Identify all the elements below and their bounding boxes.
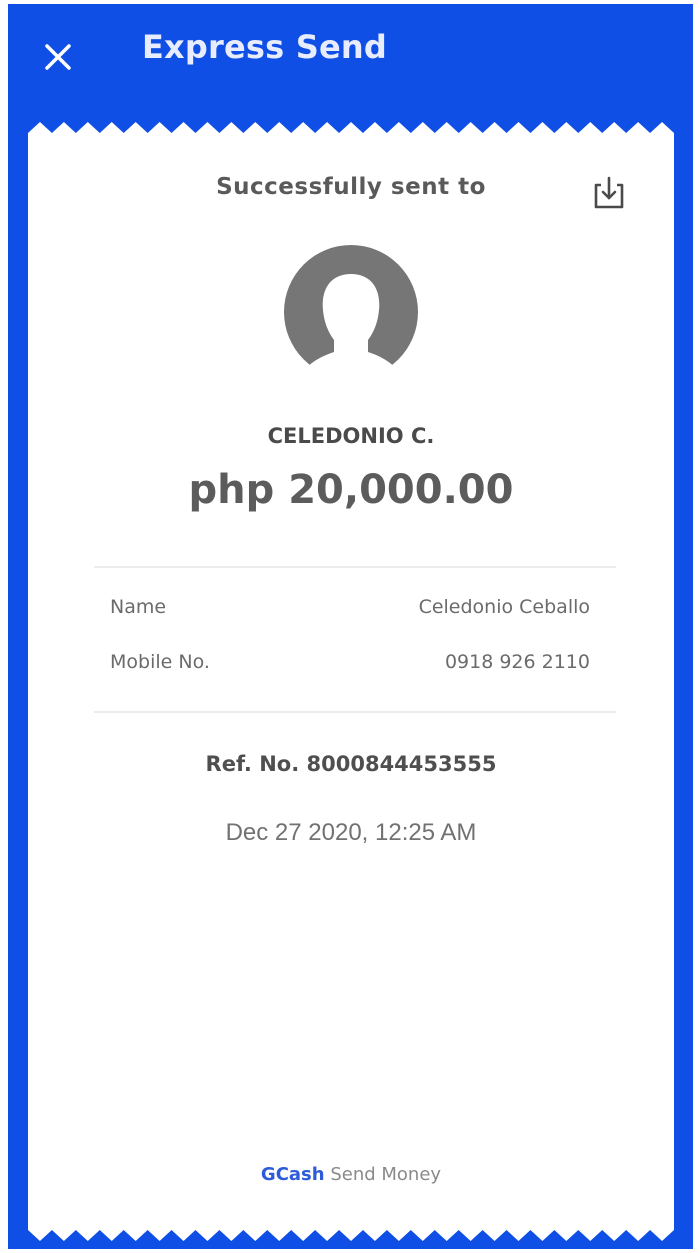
app-screen: Express Send Successfully sent to CELEDO…: [8, 4, 693, 1249]
close-icon: [45, 44, 71, 70]
close-button[interactable]: [38, 37, 78, 77]
header-bar: Express Send: [8, 4, 693, 126]
page-title: Express Send: [142, 28, 387, 66]
mobile-value: 0918 926 2110: [444, 651, 590, 673]
gcash-brand: GCash: [260, 1164, 325, 1185]
recipient-short-name: CELEDONIO C.: [267, 424, 435, 448]
user-avatar-icon: [284, 245, 418, 376]
mobile-label: Mobile No.: [110, 651, 210, 673]
download-icon: [594, 176, 624, 209]
detail-row-mobile: Mobile No. 0918 926 2110: [110, 651, 590, 681]
name-label: Name: [110, 596, 167, 618]
footer-text: Send Money: [330, 1164, 442, 1185]
name-value: Celedonio Ceballo: [418, 596, 590, 618]
download-button[interactable]: [588, 172, 630, 214]
divider: [94, 711, 616, 713]
transaction-timestamp: Dec 27 2020, 12:25 AM: [225, 819, 477, 846]
footer-branding: GCash Send Money: [28, 1164, 674, 1185]
amount-sent: php 20,000.00: [188, 467, 514, 513]
reference-number: Ref. No. 8000844453555: [205, 752, 497, 776]
detail-row-name: Name Celedonio Ceballo: [110, 596, 590, 626]
sent-to-label: Successfully sent to: [216, 174, 486, 200]
avatar: [266, 242, 436, 382]
divider: [94, 566, 616, 568]
receipt-card: Successfully sent to CELEDONIO C. php 20…: [28, 122, 674, 1241]
